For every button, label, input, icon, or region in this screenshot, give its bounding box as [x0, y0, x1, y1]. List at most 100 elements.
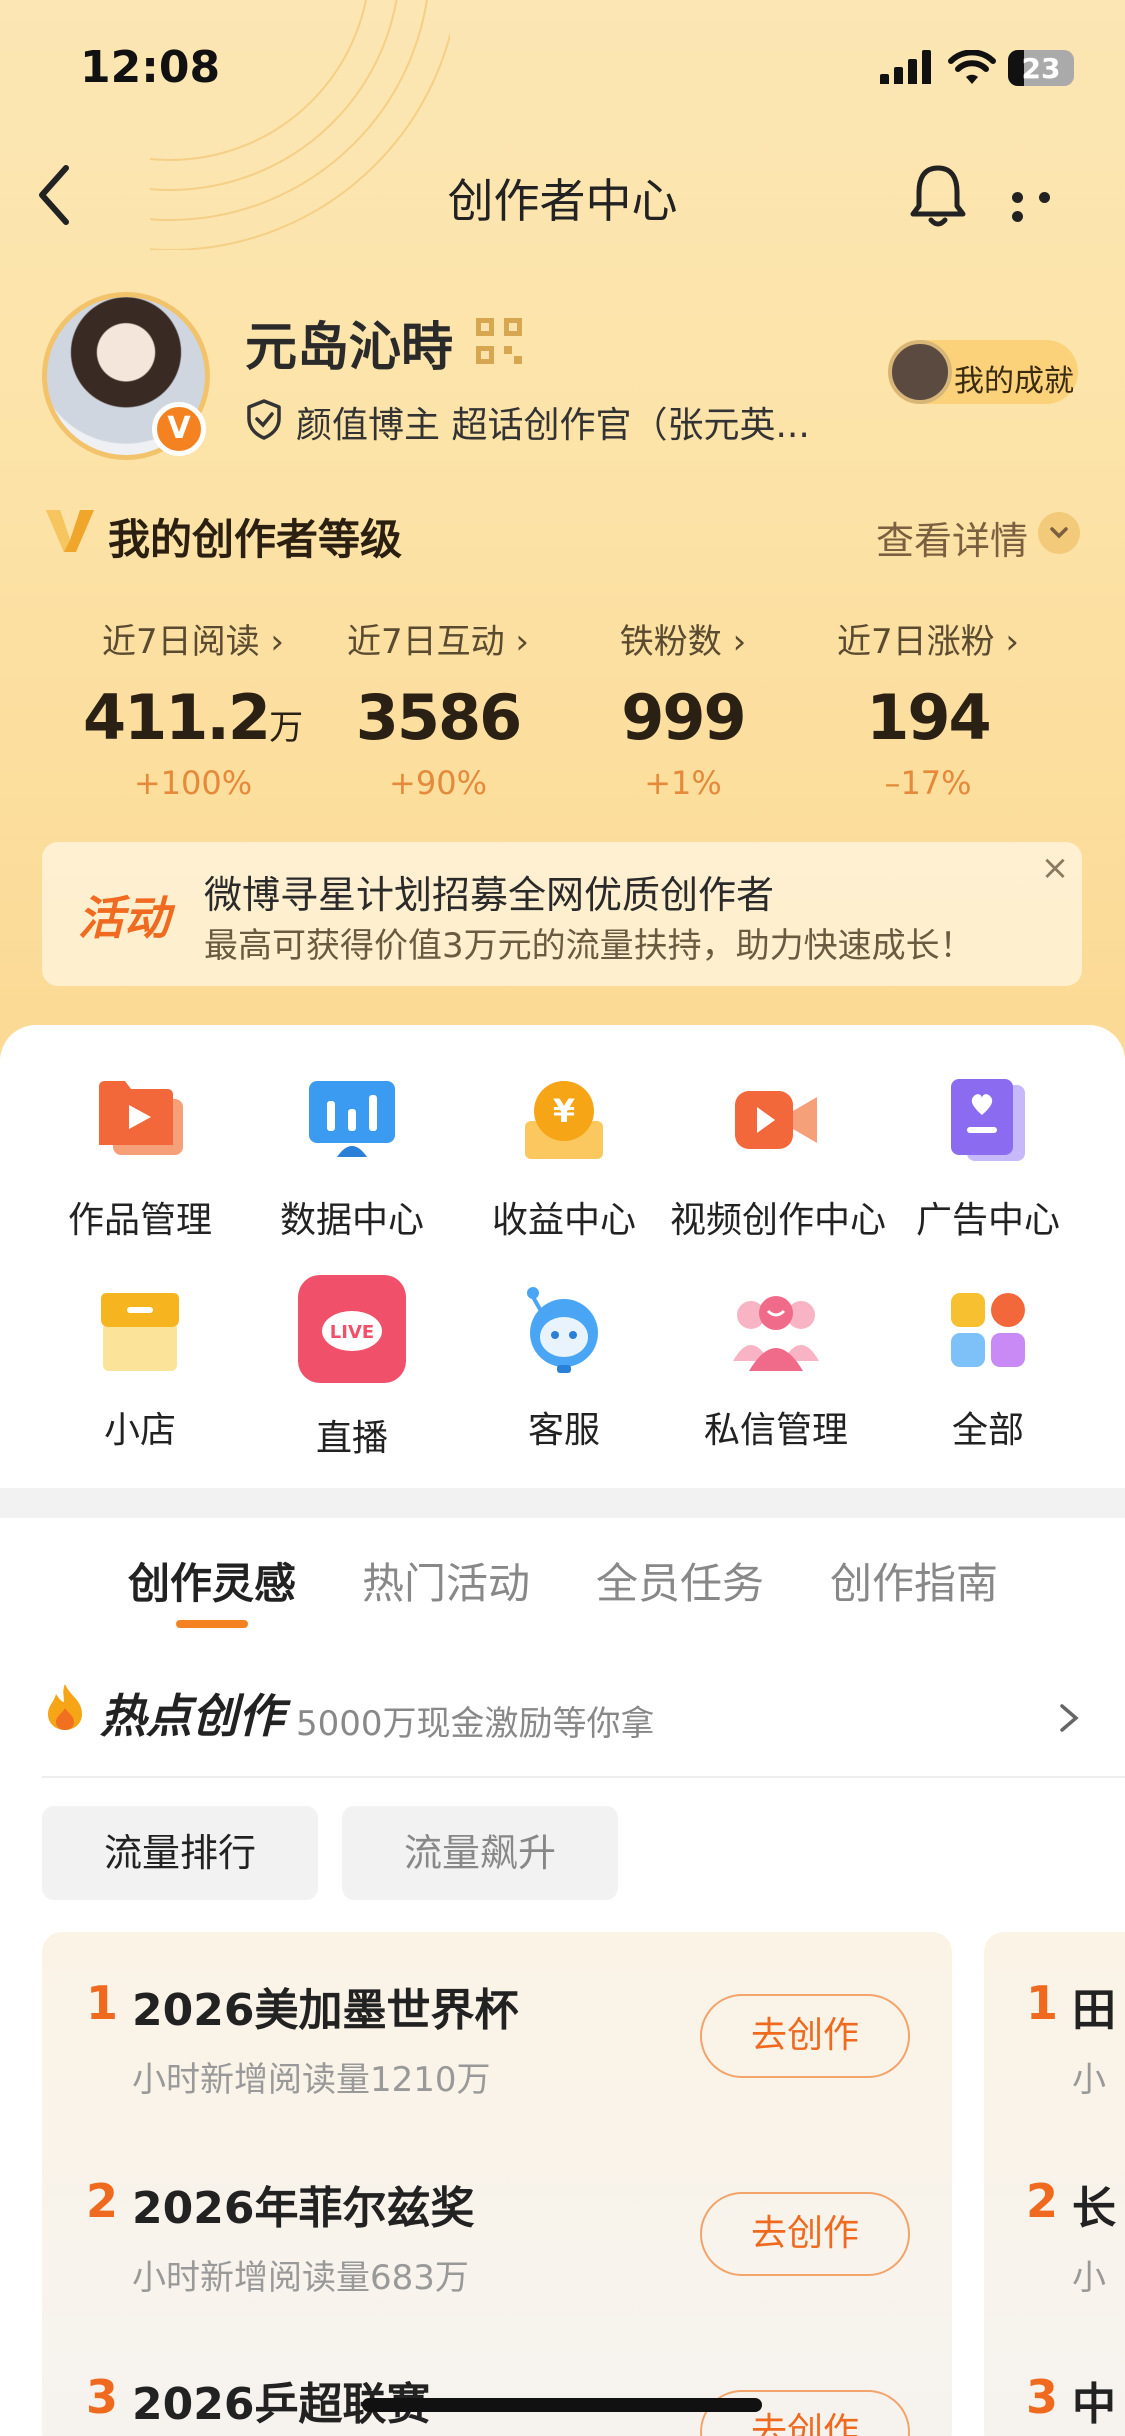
tool-label: 数据中心 — [279, 1200, 424, 1241]
chip-traffic-ranking[interactable]: 流量排行 — [42, 1806, 318, 1900]
rank-number: 2 — [86, 2174, 119, 2228]
activity-title: 微博寻星计划招募全网优质创作者 — [204, 873, 775, 917]
hot-creation-title: 热点创作 — [100, 1689, 284, 1743]
verified-badge-icon: V — [152, 402, 206, 456]
tool-data-center[interactable]: 数据中心 — [246, 1075, 458, 1243]
tab-all-member-tasks[interactable]: 全员任务 — [596, 1550, 764, 1611]
tab-hot-events[interactable]: 热门活动 — [362, 1550, 530, 1611]
tool-private-message-management[interactable]: 私信管理 — [670, 1285, 882, 1453]
ad-book-icon — [951, 1079, 1025, 1161]
chevron-right-icon[interactable] — [1056, 1702, 1082, 1734]
stat-value: 194 — [866, 681, 991, 754]
create-button[interactable]: 去创作 — [700, 1994, 910, 2078]
stat-interactions[interactable]: 近7日互动 › 3586 +90% — [313, 614, 563, 802]
chevron-down-icon[interactable] — [1038, 512, 1080, 554]
rank-title[interactable]: 田 — [1072, 1974, 1116, 2038]
battery-level: 23 — [1021, 52, 1061, 85]
tool-earnings-center[interactable]: ¥ 收益中心 — [458, 1075, 670, 1243]
create-button[interactable]: 去创作 — [700, 2192, 910, 2276]
tool-label: 视频创作中心 — [670, 1200, 887, 1241]
view-details-link[interactable]: 查看详情 — [876, 510, 1028, 565]
stat-delta: –17% — [884, 764, 972, 802]
hot-creation-subtitle: 5000万现金激励等你拿 — [296, 1704, 655, 1744]
stat-value: 999 — [621, 681, 746, 754]
bell-icon[interactable] — [905, 160, 971, 230]
achievement-icon — [888, 340, 952, 404]
all-grid-icon — [951, 1293, 1025, 1367]
yen-coin-icon: ¥ — [525, 1081, 603, 1159]
stat-label: 近7日阅读 › — [101, 622, 285, 662]
stat-reads[interactable]: 近7日阅读 › 411.2万 +100% — [68, 614, 318, 802]
rank-subtitle: 小时新增阅读量683万 — [132, 2258, 469, 2298]
activity-subtitle: 最高可获得价值3万元的流量扶持，助力快速成长！ — [204, 926, 974, 966]
cellular-signal-icon — [880, 50, 931, 84]
rank-title[interactable]: 中 — [1072, 2368, 1116, 2432]
bar-chart-icon — [309, 1081, 395, 1157]
tool-label: 作品管理 — [67, 1200, 212, 1241]
user-name: 元岛沁時 — [245, 318, 454, 378]
tool-ad-center[interactable]: 广告中心 — [882, 1075, 1094, 1243]
section-divider — [0, 1488, 1125, 1518]
tab-creative-inspiration[interactable]: 创作灵感 — [128, 1550, 296, 1611]
stat-label: 近7日涨粉 › — [836, 622, 1020, 662]
create-button[interactable]: 去创作 — [700, 2390, 910, 2436]
live-icon: LIVE — [298, 1275, 406, 1383]
message-people-icon — [733, 1296, 819, 1371]
svg-text:¥: ¥ — [553, 1092, 575, 1130]
stat-value: 3586 — [355, 681, 523, 754]
tool-shop[interactable]: 小店 — [34, 1285, 246, 1453]
level-v-icon — [46, 510, 94, 552]
service-robot-icon — [527, 1287, 598, 1373]
stat-value: 411.2万 — [82, 681, 304, 754]
chip-traffic-surge[interactable]: 流量飙升 — [342, 1806, 618, 1900]
rank-subtitle: 小时新增阅读量1210万 — [132, 2060, 491, 2100]
activity-tag: 活动 — [78, 891, 170, 945]
active-tab-indicator — [176, 1620, 248, 1628]
divider — [42, 1776, 1125, 1778]
rank-number: 3 — [86, 2370, 119, 2424]
flame-icon — [48, 1684, 82, 1730]
user-tags: 颜值博主 超话创作官（张元英... — [296, 405, 810, 446]
battery-icon: 23 — [1008, 50, 1074, 86]
rank-title[interactable]: 长 — [1072, 2172, 1116, 2236]
achievement-label: 我的成就 — [954, 364, 1074, 399]
home-indicator[interactable] — [362, 2398, 762, 2412]
stat-delta: +1% — [644, 764, 722, 802]
tool-live[interactable]: LIVE 直播 — [246, 1275, 458, 1461]
rank-subtitle: 小 — [1072, 2258, 1106, 2298]
tool-label: 收益中心 — [491, 1200, 636, 1241]
tool-customer-service[interactable]: 客服 — [458, 1285, 670, 1453]
tool-label: 小店 — [103, 1410, 176, 1451]
rank-number: 1 — [86, 1976, 119, 2030]
tool-works-management[interactable]: 作品管理 — [34, 1075, 246, 1243]
tool-video-creation-center[interactable]: 视频创作中心 — [670, 1075, 887, 1243]
close-icon[interactable]: × — [1020, 848, 1090, 898]
rank-number: 1 — [1026, 1976, 1059, 2030]
video-camera-icon — [735, 1091, 817, 1149]
rank-number: 2 — [1026, 2174, 1059, 2228]
tool-all[interactable]: 全部 — [882, 1285, 1094, 1453]
status-time: 12:08 — [80, 42, 221, 93]
tool-label: 客服 — [527, 1410, 600, 1451]
folder-play-icon — [99, 1081, 183, 1155]
stat-iron-fans[interactable]: 铁粉数 › 999 +1% — [558, 614, 808, 802]
tool-label: 直播 — [315, 1418, 388, 1459]
rank-title[interactable]: 2026美加墨世界杯 — [132, 1974, 518, 2038]
more-icon[interactable] — [1012, 188, 1088, 222]
tool-label: 广告中心 — [915, 1200, 1060, 1241]
stat-label: 铁粉数 › — [619, 622, 747, 662]
tool-label: 全部 — [951, 1410, 1024, 1451]
shield-icon — [247, 399, 281, 440]
qr-code-icon[interactable] — [476, 318, 522, 364]
stat-delta: +90% — [389, 764, 487, 802]
rank-subtitle: 小 — [1072, 2060, 1106, 2100]
rank-title[interactable]: 2026年菲尔兹奖 — [132, 2172, 474, 2236]
tab-creation-guide[interactable]: 创作指南 — [830, 1550, 998, 1611]
shop-icon — [101, 1293, 179, 1371]
tool-label: 私信管理 — [703, 1410, 848, 1451]
rank-number: 3 — [1026, 2370, 1059, 2424]
stat-delta: +100% — [133, 764, 253, 802]
stat-new-followers[interactable]: 近7日涨粉 › 194 –17% — [803, 614, 1053, 802]
wifi-icon — [948, 50, 996, 84]
level-title: 我的创作者等级 — [108, 515, 403, 564]
